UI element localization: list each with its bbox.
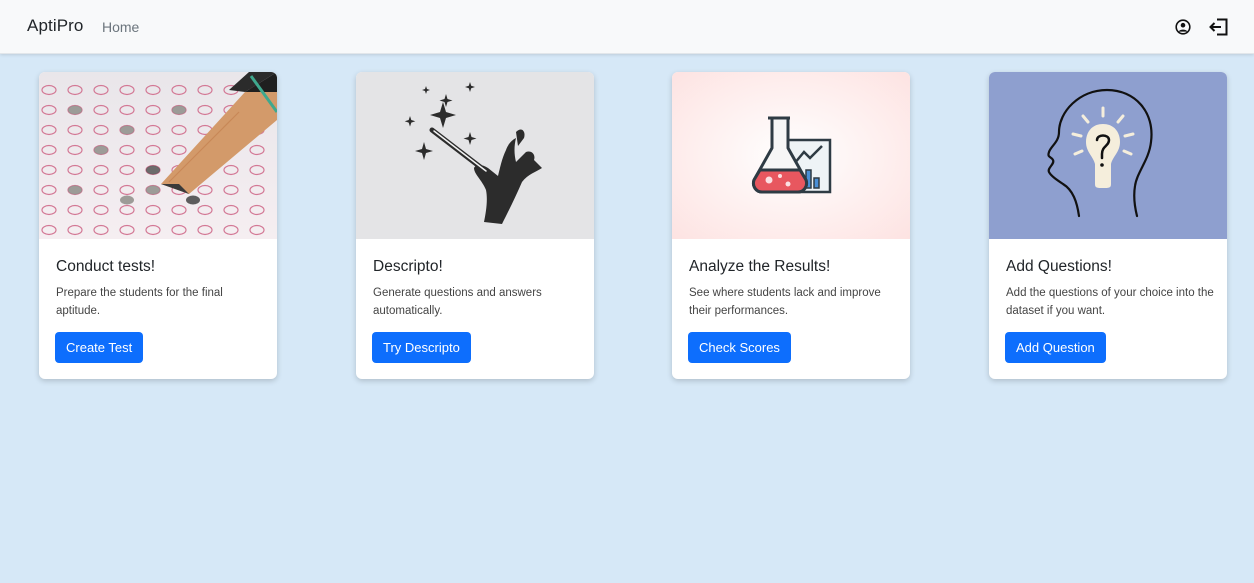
add-question-button[interactable]: Add Question	[1005, 332, 1106, 363]
card-text: Generate questions and answers automatic…	[373, 287, 542, 317]
card-conduct-tests: Conduct tests! Prepare the students for …	[39, 72, 277, 379]
card-title: Add Questions!	[1006, 258, 1112, 275]
magic-wand-hand-image	[356, 72, 594, 239]
flask-chart-image	[672, 72, 910, 239]
head-lightbulb-question-image	[989, 72, 1227, 239]
card-text: See where students lack and improve thei…	[689, 287, 881, 317]
card-text: Add the questions of your choice into th…	[1006, 287, 1214, 317]
brand-logo[interactable]: AptiPro	[27, 16, 83, 36]
logout-icon[interactable]	[1209, 17, 1229, 37]
user-circle-icon[interactable]	[1173, 17, 1193, 37]
card-add-questions: Add Questions! Add the questions of your…	[989, 72, 1227, 379]
try-descripto-button[interactable]: Try Descripto	[372, 332, 471, 363]
card-analyze-results: Analyze the Results! See where students …	[672, 72, 910, 379]
card-title: Conduct tests!	[56, 258, 156, 275]
card-text: Prepare the students for the final aptit…	[56, 287, 223, 317]
card-descripto: Descripto! Generate questions and answer…	[356, 72, 594, 379]
check-scores-button[interactable]: Check Scores	[688, 332, 791, 363]
nav-home-link[interactable]: Home	[102, 19, 139, 35]
card-title: Descripto!	[373, 258, 443, 275]
create-test-button[interactable]: Create Test	[55, 332, 144, 363]
card-title: Analyze the Results!	[689, 258, 831, 275]
navbar: AptiPro Home	[0, 0, 1254, 54]
pencil-answer-sheet-image	[39, 72, 277, 239]
